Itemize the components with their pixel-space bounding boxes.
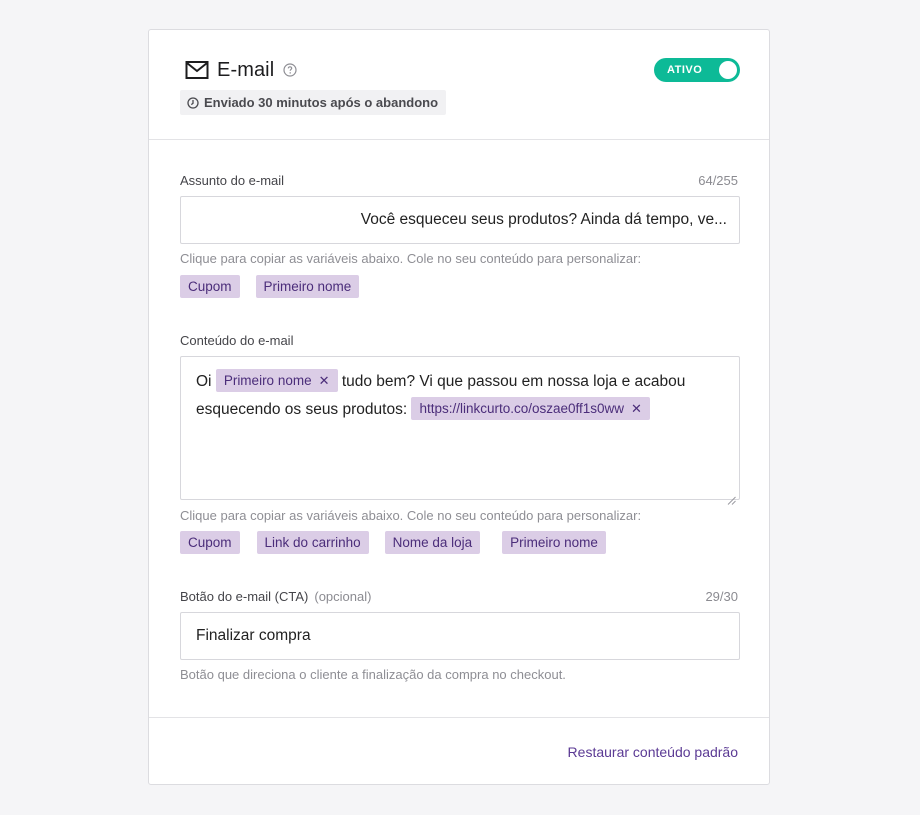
content-variables: Cupom Link do carrinho Nome da loja Prim…: [180, 531, 623, 554]
resize-handle-icon[interactable]: [727, 487, 736, 505]
cta-hint: Botão que direciona o cliente a finaliza…: [180, 667, 566, 682]
variable-chip-nome-da-loja[interactable]: Nome da loja: [384, 531, 481, 554]
cta-label: Botão do e-mail (CTA) (opcional): [180, 589, 371, 604]
cta-optional-label: (opcional): [314, 589, 372, 604]
toggle-label: ATIVO: [667, 64, 703, 76]
restore-default-link[interactable]: Restaurar conteúdo padrão: [568, 744, 738, 760]
sent-timing-badge: Enviado 30 minutos após o abandono: [180, 90, 447, 115]
content-text-greeting: Oi: [196, 373, 212, 390]
title-row: E-mail: [185, 57, 297, 83]
variable-chip-link-do-carrinho[interactable]: Link do carrinho: [256, 531, 369, 554]
subject-input[interactable]: Você esqueceu seus produtos? Ainda dá te…: [180, 196, 740, 244]
clock-icon: [187, 96, 199, 109]
variable-chip-primeiro-nome[interactable]: Primeiro nome: [502, 531, 606, 554]
subject-variables: Cupom Primeiro nome: [180, 275, 375, 298]
variable-chip-cupom[interactable]: Cupom: [180, 275, 240, 298]
subject-label: Assunto do e-mail: [180, 173, 285, 188]
help-icon[interactable]: [283, 63, 297, 77]
email-card: E-mail Enviado 30 minutos após o abandon…: [148, 29, 770, 785]
inline-chip-label: https://linkcurto.co/oszae0ff1s0ww: [419, 401, 625, 416]
content-textarea[interactable]: Oi Primeiro nome ✕ tudo bem? Vi que passo…: [180, 356, 740, 505]
remove-chip-icon[interactable]: ✕: [319, 373, 330, 388]
variable-chip-primeiro-nome[interactable]: Primeiro nome: [255, 275, 360, 298]
cta-counter: 29/30: [705, 589, 738, 604]
variable-chip-cupom[interactable]: Cupom: [180, 531, 240, 554]
card-footer: Restaurar conteúdo padrão: [149, 717, 769, 786]
envelope-icon: [185, 60, 209, 80]
inline-chip-label: Primeiro nome: [223, 373, 312, 388]
toggle-knob: [719, 61, 737, 79]
sent-timing-text: Enviado 30 minutos após o abandono: [204, 95, 439, 110]
cta-label-text: Botão do e-mail (CTA): [180, 589, 309, 604]
inline-link-chip: https://linkcurto.co/oszae0ff1s0ww ✕: [411, 397, 650, 420]
card-header: E-mail Enviado 30 minutos após o abandon…: [149, 30, 769, 140]
content-label: Conteúdo do e-mail: [180, 333, 294, 348]
content-variables-hint: Clique para copiar as variáveis abaixo. …: [180, 508, 642, 523]
remove-chip-icon[interactable]: ✕: [631, 401, 642, 416]
active-toggle[interactable]: ATIVO: [654, 58, 740, 82]
subject-variables-hint: Clique para copiar as variáveis abaixo. …: [180, 251, 642, 266]
page-title: E-mail: [217, 58, 275, 81]
subject-counter: 64/255: [698, 173, 738, 188]
cta-input[interactable]: Finalizar compra: [180, 612, 740, 660]
inline-variable-chip: Primeiro nome ✕: [215, 369, 338, 392]
